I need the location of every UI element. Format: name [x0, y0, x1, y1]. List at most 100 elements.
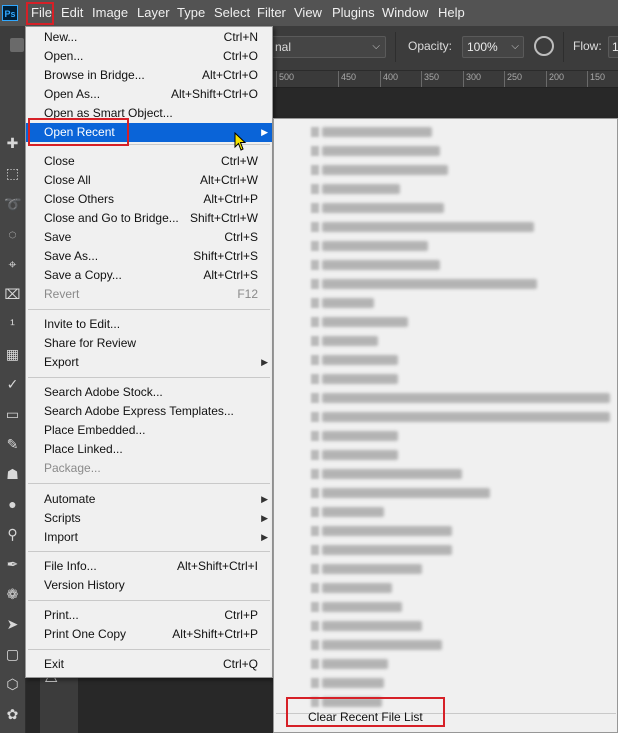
recent-file-item[interactable] [274, 559, 617, 578]
recent-file-item[interactable] [274, 635, 617, 654]
menu-item-revert[interactable]: Revert F12 [26, 285, 272, 304]
menu-help[interactable]: Help [438, 0, 465, 26]
recent-file-item[interactable] [274, 217, 617, 236]
menu-type[interactable]: Type [177, 0, 205, 26]
menu-item-scripts[interactable]: Scripts ▶ [26, 509, 272, 528]
eraser-tool-icon[interactable]: ▭ [4, 406, 21, 423]
menu-item-close-all[interactable]: Close All Alt+Ctrl+W [26, 171, 272, 190]
recent-file-item[interactable] [274, 312, 617, 331]
menu-item-import[interactable]: Import ▶ [26, 528, 272, 547]
crop-tool-icon[interactable]: ⌖ [4, 256, 21, 273]
menu-plugins[interactable]: Plugins [332, 0, 375, 26]
recent-file-item[interactable] [274, 445, 617, 464]
menu-filter[interactable]: Filter [257, 0, 286, 26]
menu-window[interactable]: Window [382, 0, 428, 26]
menu-image[interactable]: Image [92, 0, 128, 26]
paint-bucket-tool-icon[interactable]: ☗ [4, 466, 21, 483]
menu-separator [28, 649, 270, 650]
recent-file-item[interactable] [274, 578, 617, 597]
menu-edit[interactable]: Edit [61, 0, 83, 26]
menu-layer[interactable]: Layer [137, 0, 170, 26]
menu-item-search-express-templates[interactable]: Search Adobe Express Templates... [26, 402, 272, 421]
marquee-tool-icon[interactable]: ⬚ [4, 165, 21, 182]
blur-tool-icon[interactable]: ● [4, 496, 21, 513]
home-icon[interactable] [10, 38, 24, 52]
menu-item-file-info[interactable]: File Info... Alt+Shift+Ctrl+I [26, 557, 272, 576]
menu-select[interactable]: Select [214, 0, 250, 26]
move-tool-icon[interactable]: ✚ [4, 135, 21, 152]
recent-file-item[interactable] [274, 673, 617, 692]
flow-input[interactable]: 1 [608, 36, 618, 58]
menu-item-version-history[interactable]: Version History [26, 576, 272, 595]
count-tool-icon[interactable]: ¹ [4, 316, 21, 333]
menu-item-save[interactable]: Save Ctrl+S [26, 228, 272, 247]
recent-file-item[interactable] [274, 160, 617, 179]
clear-recent-file-list[interactable]: Clear Recent File List [308, 707, 423, 727]
recent-file-item[interactable] [274, 540, 617, 559]
recent-file-item[interactable] [274, 521, 617, 540]
menu-item-export[interactable]: Export ▶ [26, 353, 272, 372]
menu-item-place-embedded[interactable]: Place Embedded... [26, 421, 272, 440]
recent-file-item[interactable] [274, 654, 617, 673]
menu-item-label: File Info... [44, 559, 97, 573]
menu-item-shortcut: Ctrl+W [221, 154, 258, 168]
path-select-tool-icon[interactable]: ➤ [4, 616, 21, 633]
frame-tool-icon[interactable]: ⌧ [4, 286, 21, 303]
menu-item-open[interactable]: Open... Ctrl+O [26, 47, 272, 66]
menu-item-search-adobe-stock[interactable]: Search Adobe Stock... [26, 383, 272, 402]
menu-item-close-and-go-to-bridge[interactable]: Close and Go to Bridge... Shift+Ctrl+W [26, 209, 272, 228]
recent-file-item[interactable] [274, 331, 617, 350]
recent-file-item[interactable] [274, 426, 617, 445]
blend-mode-select[interactable]: nal ⌵ [270, 36, 386, 58]
custom-shape-tool-icon[interactable]: ✿ [4, 706, 21, 723]
menu-item-close-others[interactable]: Close Others Alt+Ctrl+P [26, 190, 272, 209]
recent-file-item[interactable] [274, 198, 617, 217]
open-recent-submenu: Clear Recent File List [273, 118, 618, 733]
lasso-tool-icon[interactable]: ➰ [4, 196, 21, 213]
recent-file-item[interactable] [274, 350, 617, 369]
opacity-input[interactable]: 100% ⌵ [462, 36, 524, 58]
recent-file-item[interactable] [274, 464, 617, 483]
recent-file-item[interactable] [274, 407, 617, 426]
recent-file-item[interactable] [274, 236, 617, 255]
menu-item-close[interactable]: Close Ctrl+W [26, 152, 272, 171]
menu-item-package[interactable]: Package... [26, 459, 272, 478]
menu-item-place-linked[interactable]: Place Linked... [26, 440, 272, 459]
recent-file-item[interactable] [274, 502, 617, 521]
pattern-tool-icon[interactable]: ❁ [4, 586, 21, 603]
recent-file-item[interactable] [274, 255, 617, 274]
recent-file-item[interactable] [274, 293, 617, 312]
menu-item-open-smart-object[interactable]: Open as Smart Object... [26, 104, 272, 123]
menu-item-save-a-copy[interactable]: Save a Copy... Alt+Ctrl+S [26, 266, 272, 285]
menu-item-open-as[interactable]: Open As... Alt+Shift+Ctrl+O [26, 85, 272, 104]
recent-file-item[interactable] [274, 483, 617, 502]
menu-item-browse-in-bridge[interactable]: Browse in Bridge... Alt+Ctrl+O [26, 66, 272, 85]
menu-file[interactable]: File [31, 0, 52, 26]
menu-item-share-for-review[interactable]: Share for Review [26, 334, 272, 353]
recent-file-item[interactable] [274, 616, 617, 635]
recent-file-item[interactable] [274, 369, 617, 388]
menu-item-print[interactable]: Print... Ctrl+P [26, 606, 272, 625]
menu-item-print-one-copy[interactable]: Print One Copy Alt+Shift+Ctrl+P [26, 625, 272, 644]
recent-file-item[interactable] [274, 274, 617, 293]
menu-item-new[interactable]: New... Ctrl+N [26, 28, 272, 47]
recent-file-item[interactable] [274, 597, 617, 616]
brush-tool-icon[interactable]: ✓ [4, 376, 21, 393]
pencil-tool-icon[interactable]: ✎ [4, 436, 21, 453]
menu-item-invite-to-edit[interactable]: Invite to Edit... [26, 315, 272, 334]
quick-select-tool-icon[interactable]: ◌ [4, 226, 21, 243]
menu-item-save-as[interactable]: Save As... Shift+Ctrl+S [26, 247, 272, 266]
pen-tool-icon[interactable]: ✒ [4, 556, 21, 573]
recent-file-item[interactable] [274, 179, 617, 198]
rectangle-tool-icon[interactable]: ▢ [4, 646, 21, 663]
menu-item-automate[interactable]: Automate ▶ [26, 490, 272, 509]
recent-file-item[interactable] [274, 122, 617, 141]
dodge-tool-icon[interactable]: ⚲ [4, 526, 21, 543]
menu-view[interactable]: View [294, 0, 322, 26]
pressure-opacity-icon[interactable] [534, 36, 554, 56]
polygon-tool-icon[interactable]: ⬡ [4, 676, 21, 693]
recent-file-item[interactable] [274, 388, 617, 407]
recent-file-item[interactable] [274, 141, 617, 160]
spot-healing-tool-icon[interactable]: ▦ [4, 346, 21, 363]
menu-item-exit[interactable]: Exit Ctrl+Q [26, 655, 272, 674]
